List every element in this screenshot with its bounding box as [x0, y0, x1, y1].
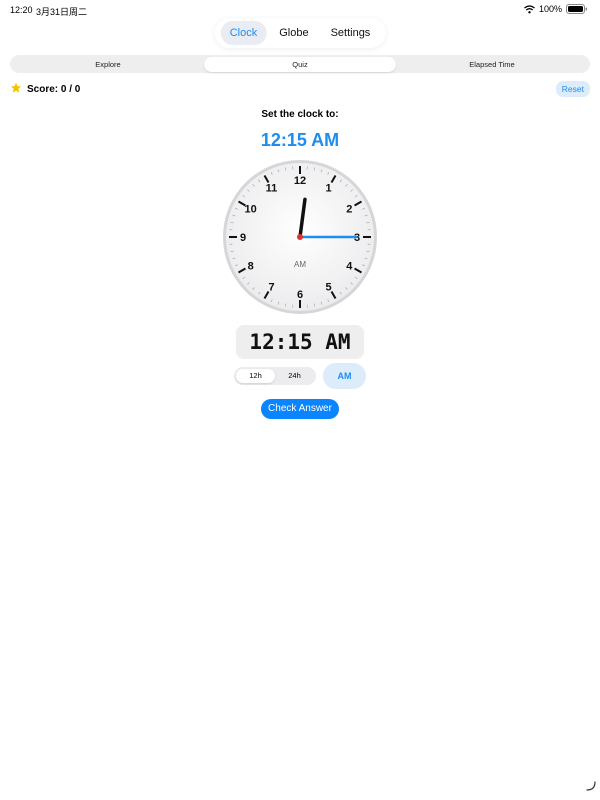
segment-explore[interactable]: Explore	[12, 57, 204, 72]
star-icon	[10, 82, 22, 97]
mode-segmented-control: Explore Quiz Elapsed Time	[10, 55, 590, 73]
segment-elapsed-time[interactable]: Elapsed Time	[396, 57, 588, 72]
clock-numeral: 8	[248, 261, 254, 273]
quiz-prompt: Set the clock to:	[261, 109, 339, 120]
clock-numeral: 7	[268, 281, 274, 293]
segment-quiz[interactable]: Quiz	[204, 56, 396, 72]
clock-numeral: 2	[346, 204, 352, 216]
analog-clock[interactable]: 121234567891011 AM	[222, 159, 378, 315]
time-format-toggle: 12h 24h	[234, 367, 316, 385]
tab-clock[interactable]: Clock	[220, 21, 267, 45]
reset-button[interactable]: Reset	[555, 81, 590, 97]
format-24h[interactable]: 24h	[275, 369, 314, 383]
am-pm-toggle-button[interactable]: AM	[323, 363, 366, 389]
clock-numeral: 4	[346, 261, 353, 273]
status-indicators: 100%	[524, 4, 588, 14]
score-display: Score: 0 / 0	[10, 82, 80, 97]
format-12h[interactable]: 12h	[236, 369, 275, 383]
clock-numeral: 9	[240, 232, 246, 244]
battery-percent: 100%	[538, 4, 562, 14]
clock-numeral: 10	[245, 204, 257, 216]
top-tab-bar: Clock Globe Settings	[214, 18, 386, 48]
clock-numeral: 11	[266, 183, 278, 195]
clock-center-dot	[297, 234, 303, 240]
clock-numeral: 6	[297, 289, 303, 301]
check-answer-button[interactable]: Check Answer	[261, 399, 339, 419]
target-time: 12:15 AM	[260, 130, 340, 150]
score-label: Score: 0 / 0	[27, 84, 81, 95]
resize-corner-icon	[586, 778, 596, 796]
status-date: 3月31日周二	[36, 7, 88, 17]
clock-numeral: 12	[294, 175, 306, 187]
status-time: 12:20	[10, 5, 33, 15]
tab-settings[interactable]: Settings	[322, 21, 380, 45]
digital-time-display: 12:15 AM	[236, 325, 364, 359]
status-bar: 12:20 3月31日周二 100%	[0, 0, 600, 20]
wifi-icon	[524, 4, 535, 14]
clock-numeral: 1	[325, 183, 331, 195]
clock-period-label: AM	[294, 260, 306, 269]
battery-icon	[566, 4, 588, 14]
tab-globe[interactable]: Globe	[270, 21, 317, 45]
clock-numeral: 5	[325, 281, 331, 293]
